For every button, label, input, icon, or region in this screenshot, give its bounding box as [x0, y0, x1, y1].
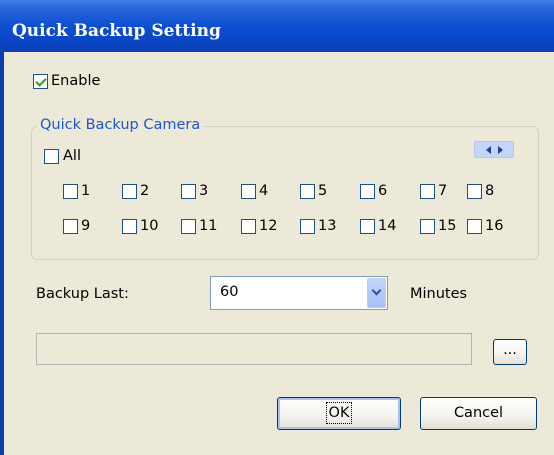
camera-6-label: 6 — [378, 183, 388, 199]
backup-last-select[interactable]: 60 — [210, 276, 388, 310]
camera-3-checkbox[interactable] — [181, 184, 196, 199]
cancel-button[interactable]: Cancel — [420, 397, 537, 430]
camera-1-label: 1 — [81, 183, 91, 199]
browse-label: ... — [503, 342, 517, 358]
enable-label: Enable — [51, 73, 101, 89]
camera-11-checkbox[interactable] — [181, 219, 196, 234]
camera-13-checkbox[interactable] — [300, 219, 315, 234]
camera-4-label: 4 — [259, 183, 269, 199]
group-title: Quick Backup Camera — [37, 116, 204, 134]
arrow-right-icon[interactable] — [498, 146, 503, 154]
backup-last-label: Backup Last: — [36, 286, 129, 302]
camera-7-label: 7 — [438, 183, 448, 199]
camera-12-checkbox[interactable] — [241, 219, 256, 234]
camera-8-label: 8 — [485, 183, 495, 199]
camera-9-checkbox[interactable] — [63, 219, 78, 234]
camera-2-label: 2 — [140, 183, 150, 199]
ok-button[interactable]: OK — [277, 397, 401, 430]
window-frame — [0, 52, 4, 455]
camera-15-label: 15 — [438, 218, 457, 234]
arrow-left-icon[interactable] — [486, 146, 491, 154]
backup-path-field[interactable] — [36, 333, 472, 365]
window-title: Quick Backup Setting — [12, 21, 221, 41]
enable-checkbox[interactable] — [33, 74, 48, 89]
camera-14-label: 14 — [378, 218, 397, 234]
camera-9-label: 9 — [81, 218, 91, 234]
camera-12-label: 12 — [259, 218, 278, 234]
camera-page-nav[interactable] — [474, 141, 514, 158]
chevron-down-icon[interactable] — [367, 278, 386, 308]
camera-1-checkbox[interactable] — [63, 184, 78, 199]
all-cameras-checkbox[interactable] — [44, 149, 59, 164]
backup-last-value: 60 — [220, 284, 239, 300]
camera-14-checkbox[interactable] — [360, 219, 375, 234]
all-label: All — [63, 148, 81, 164]
camera-15-checkbox[interactable] — [420, 219, 435, 234]
minutes-label: Minutes — [410, 286, 468, 302]
camera-10-label: 10 — [140, 218, 159, 234]
camera-13-label: 13 — [318, 218, 337, 234]
ok-label: OK — [325, 402, 353, 424]
cancel-label: Cancel — [453, 405, 504, 421]
camera-8-checkbox[interactable] — [467, 184, 482, 199]
camera-4-checkbox[interactable] — [241, 184, 256, 199]
camera-5-checkbox[interactable] — [300, 184, 315, 199]
camera-2-checkbox[interactable] — [122, 184, 137, 199]
camera-10-checkbox[interactable] — [122, 219, 137, 234]
quick-backup-camera-group — [31, 126, 539, 260]
camera-6-checkbox[interactable] — [360, 184, 375, 199]
title-bar[interactable]: Quick Backup Setting — [0, 0, 554, 52]
browse-button[interactable]: ... — [493, 339, 527, 365]
camera-5-label: 5 — [318, 183, 328, 199]
camera-11-label: 11 — [199, 218, 218, 234]
camera-16-label: 16 — [485, 218, 504, 234]
camera-7-checkbox[interactable] — [420, 184, 435, 199]
camera-16-checkbox[interactable] — [467, 219, 482, 234]
camera-3-label: 3 — [199, 183, 209, 199]
